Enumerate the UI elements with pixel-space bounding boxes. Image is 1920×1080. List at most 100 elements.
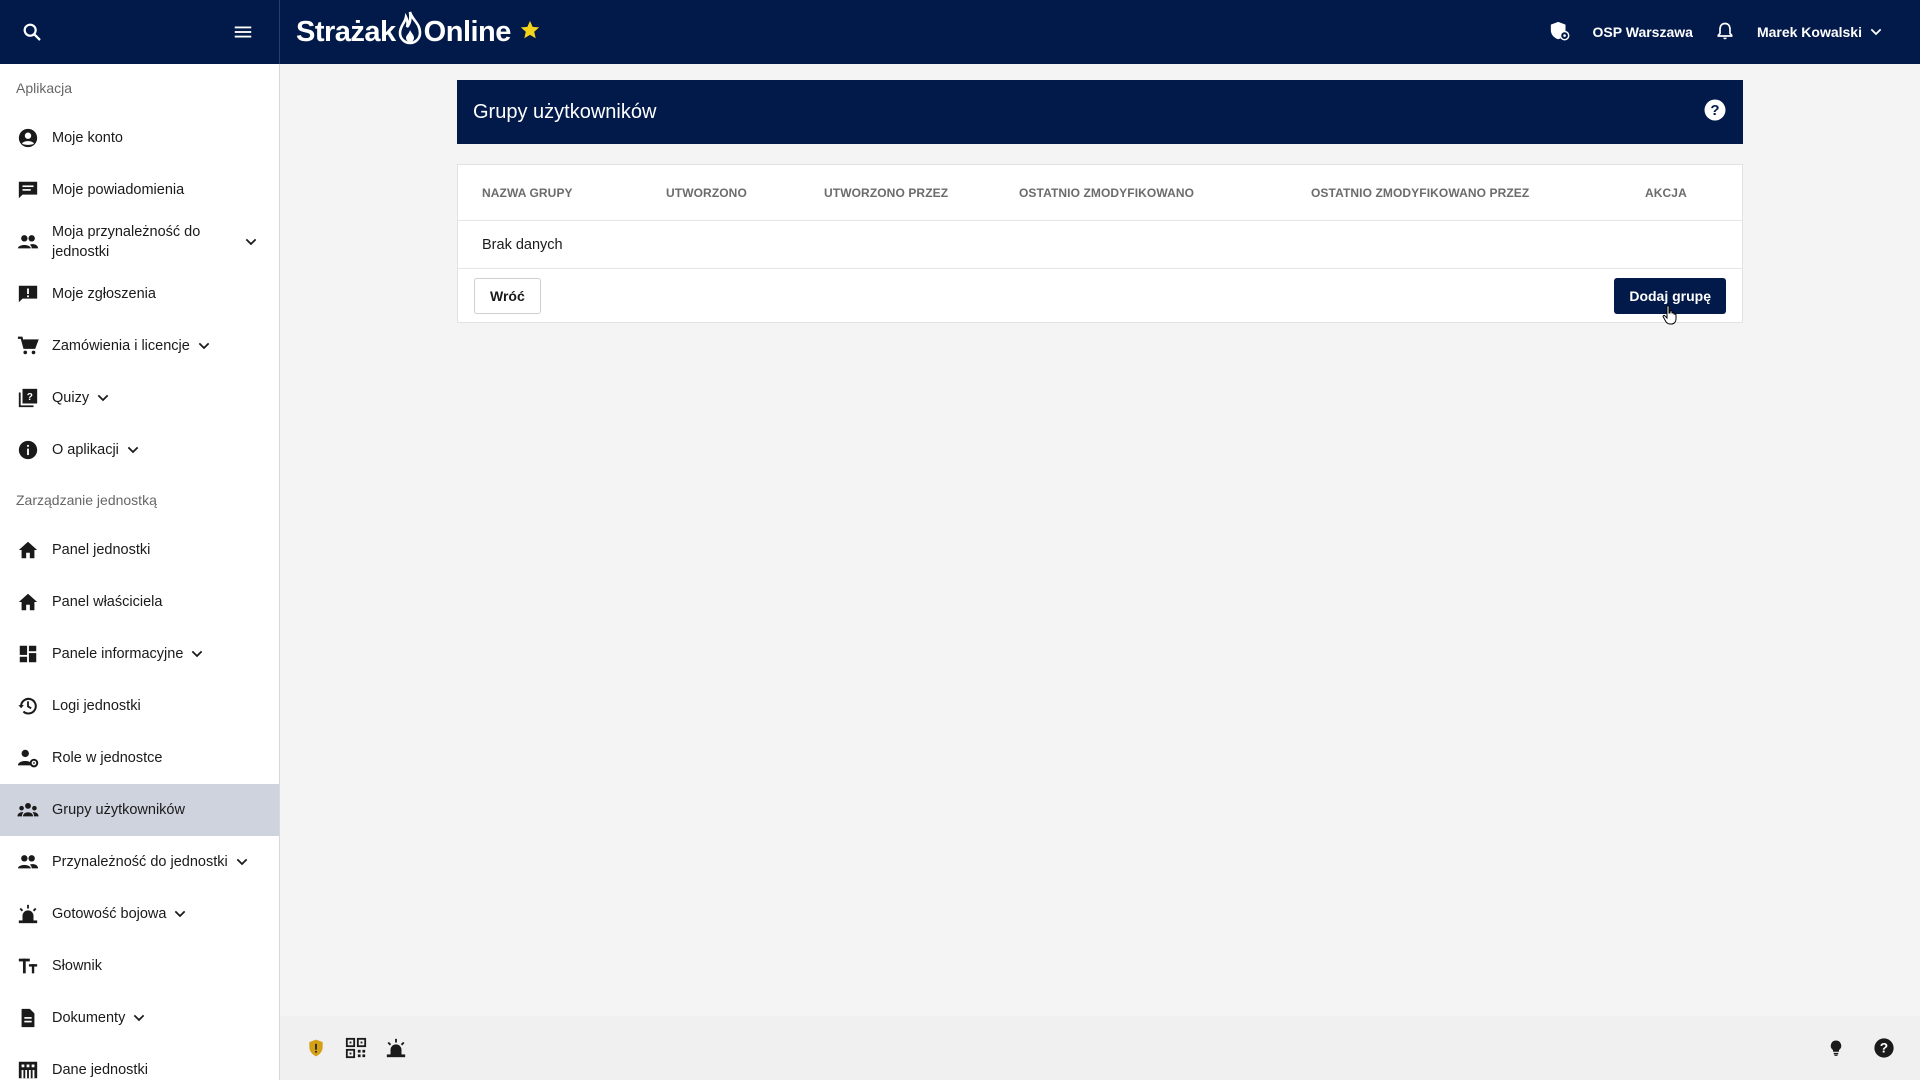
column-header-action: AKCJA [1645,185,1687,200]
sidebar-item-dictionary[interactable]: Słownik [0,940,279,992]
top-app-bar: Strażak Online OSP Warszawa Marek Kowals… [0,0,1920,64]
empty-row: Brak danych [458,221,1742,269]
sidebar-item-my-account[interactable]: Moje konto [0,112,279,164]
table-actions: Wróć Dodaj grupę [458,269,1742,322]
sidebar-item-unit-panel[interactable]: Panel jednostki [0,524,279,576]
column-header-last-modified[interactable]: OSTATNIO ZMODYFIKOWANO [1019,186,1194,200]
chevron-down-icon [189,646,205,662]
main-content: Grupy użytkowników ? NAZWA GRUPY UTWORZO… [280,64,1920,1016]
sidebar-item-documents[interactable]: Dokumenty [0,992,279,1044]
svg-text:?: ? [1880,1041,1888,1056]
sidebar-item-label: Moje konto [52,130,123,146]
sidebar-item-label: Moja przynależność do jednostki [52,224,201,260]
topbar-right: OSP Warszawa Marek Kowalski [1527,20,1920,45]
chevron-down-icon [234,854,250,870]
shield-warning-icon[interactable] [304,1036,328,1060]
column-header-created[interactable]: UTWORZONO [666,186,747,200]
report-icon [16,282,40,306]
page-header: Grupy użytkowników ? [457,80,1743,144]
info-icon [16,438,40,462]
sidebar-item-label: Zamówienia i licencje [52,338,190,354]
page-title: Grupy użytkowników [473,100,657,123]
back-button[interactable]: Wróć [474,277,541,314]
topbar-left [0,0,280,64]
help-icon[interactable]: ? [1703,98,1727,127]
sidebar-item-label: Moje zgłoszenia [52,286,156,302]
menu-icon[interactable] [229,18,257,46]
sidebar-item-label: O aplikacji [52,442,119,458]
sidebar-item-label: Moje powiadomienia [52,182,185,198]
sidebar-item-my-membership[interactable]: Moja przynależność do jednostki [0,216,279,268]
sidebar-item-my-notifications[interactable]: Moje powiadomienia [0,164,279,216]
people-icon [16,230,40,254]
flame-icon [397,10,423,54]
column-header-created-by[interactable]: UTWORZONO PRZEZ [824,186,948,200]
svg-text:?: ? [27,392,33,403]
people-icon [16,850,40,874]
sidebar-item-orders-licenses[interactable]: Zamówienia i licencje [0,320,279,372]
svg-text:?: ? [1710,102,1719,119]
sidebar-item-label: Panel jednostki [52,542,151,558]
chevron-down-icon [172,906,188,922]
building-icon [16,1058,40,1080]
notifications-bell-icon[interactable] [1715,20,1735,45]
sidebar-item-label: Role w jednostce [52,750,163,766]
groups-icon [16,798,40,822]
chevron-down-icon [125,442,141,458]
sidebar-item-label: Dokumenty [52,1010,126,1026]
sidebar-item-label: Panel właściciela [52,594,163,610]
sidebar-item-label: Grupy użytkowników [52,802,185,818]
help-icon[interactable]: ? [1872,1036,1896,1060]
brand-logo[interactable]: Strażak Online [296,10,541,54]
history-icon [16,694,40,718]
footer-right: ? [1800,1036,1896,1060]
sidebar-item-unit-membership[interactable]: Przynależność do jednostki [0,836,279,888]
search-icon[interactable] [18,18,46,46]
brand-name-left: Strażak [296,15,396,48]
column-header-last-modified-by[interactable]: OSTATNIO ZMODYFIKOWANO PRZEZ [1311,186,1529,200]
qr-code-icon[interactable] [344,1036,368,1060]
sidebar-item-label: Dane jednostki [52,1062,148,1078]
sidebar-item-info-panels[interactable]: Panele informacyjne [0,628,279,680]
shield-settings-icon[interactable] [1549,20,1571,45]
sidebar-item-owner-panel[interactable]: Panel właściciela [0,576,279,628]
siren-icon [16,902,40,926]
pointer-cursor-icon [1662,305,1678,330]
sidebar: Aplikacja Moje konto Moje powiadomienia … [0,64,280,1080]
sidebar-item-user-groups[interactable]: Grupy użytkowników [0,784,279,836]
chevron-down-icon [131,1010,147,1026]
column-header-group-name[interactable]: NAZWA GRUPY [482,186,573,200]
quiz-icon: ? [16,386,40,410]
sidebar-item-my-reports[interactable]: Moje zgłoszenia [0,268,279,320]
chevron-down-icon [196,338,212,354]
home-icon [16,538,40,562]
sidebar-item-unit-roles[interactable]: Role w jednostce [0,732,279,784]
sidebar-item-unit-data[interactable]: Dane jednostki [0,1044,279,1080]
account-circle-icon [16,126,40,150]
user-name: Marek Kowalski [1756,24,1862,40]
lightbulb-icon[interactable] [1824,1036,1848,1060]
cart-icon [16,334,40,358]
sidebar-item-label: Panele informacyjne [52,646,184,662]
sidebar-item-unit-logs[interactable]: Logi jednostki [0,680,279,732]
sidebar-item-label: Gotowość bojowa [52,906,167,922]
brand-name-right: Online [423,15,512,48]
chat-icon [16,178,40,202]
groups-table-panel: NAZWA GRUPY UTWORZONO UTWORZONO PRZEZ OS… [457,164,1743,323]
sidebar-item-quizzes[interactable]: ? Quizy [0,372,279,424]
unit-name[interactable]: OSP Warszawa [1593,24,1693,40]
sidebar-item-combat-readiness[interactable]: Gotowość bojowa [0,888,279,940]
user-menu[interactable]: Marek Kowalski [1757,24,1884,40]
section-label-unit: Zarządzanie jednostką [16,492,157,508]
star-icon [519,16,541,49]
sidebar-item-about[interactable]: O aplikacji [0,424,279,476]
home-icon [16,590,40,614]
sidebar-item-label: Przynależność do jednostki [52,854,228,870]
chevron-down-icon [243,234,259,250]
section-label-app: Aplikacja [16,80,73,96]
chevron-down-icon [95,390,111,406]
sidebar-item-label: Logi jednostki [52,698,141,714]
footer-bar: ? [280,1016,1920,1080]
chevron-down-icon [1870,28,1882,36]
siren-icon[interactable] [384,1036,408,1060]
